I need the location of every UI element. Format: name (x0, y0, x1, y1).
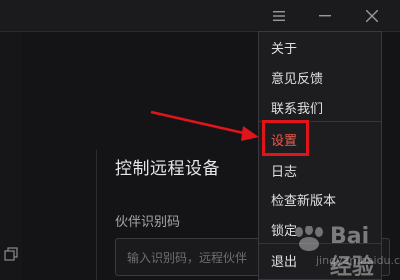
page-title: 控制远程设备 (115, 159, 220, 179)
left-panel (0, 33, 22, 280)
menu-item-log[interactable]: 日志 (271, 161, 297, 180)
partner-id-label: 伙伴识别码 (115, 215, 181, 230)
settings-highlight-box (262, 120, 309, 156)
watermark-brand: Bai 经验 (330, 224, 375, 280)
menu-item-contact[interactable]: 联系我们 (271, 98, 323, 117)
paw-icon (295, 226, 323, 251)
hamburger-icon[interactable] (268, 6, 290, 26)
menu-item-check-update[interactable]: 检查新版本 (271, 190, 336, 209)
watermark-url: jingyan.baidu.com (316, 254, 400, 267)
menu-item-feedback[interactable]: 意见反馈 (271, 68, 323, 87)
copy-icon[interactable] (4, 246, 18, 261)
watermark: Bai 经验 jingyan.baidu.com (282, 224, 400, 280)
minimize-icon[interactable] (314, 6, 336, 26)
close-icon[interactable] (361, 6, 383, 26)
menu-item-about[interactable]: 关于 (271, 38, 297, 57)
panel-divider (96, 150, 97, 280)
title-bar (0, 0, 400, 32)
